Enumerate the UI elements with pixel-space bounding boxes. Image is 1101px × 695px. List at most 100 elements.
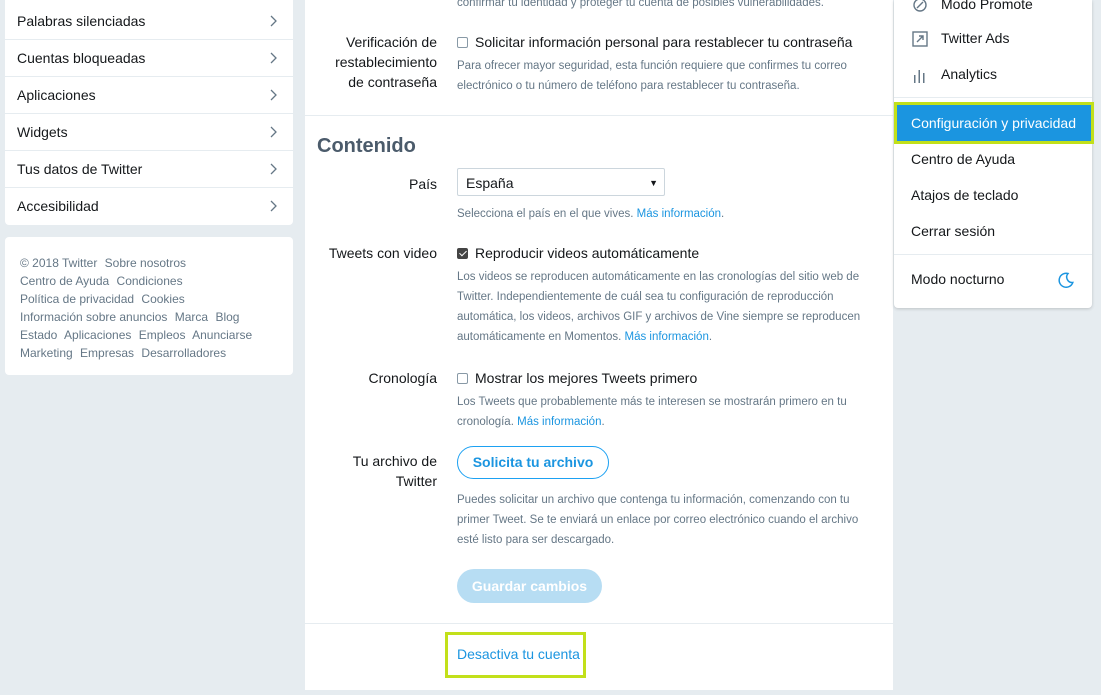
footer-link[interactable]: Política de privacidad: [20, 292, 134, 306]
country-label: País: [408, 176, 437, 192]
nav-item-apps[interactable]: Aplicaciones: [5, 78, 293, 114]
archive-label: Tu archivo de Twitter: [353, 451, 437, 491]
nav-item-label: Aplicaciones: [17, 87, 96, 103]
nav-item-widgets[interactable]: Widgets: [5, 115, 293, 151]
menu-item-settings-privacy[interactable]: Configuración y privacidad: [897, 105, 1091, 141]
request-archive-button[interactable]: Solicita tu archivo: [457, 446, 609, 479]
label-line: Tu archivo de: [352, 453, 437, 469]
password-reset-label: Verificación de restablecimiento de cont…: [335, 32, 437, 92]
nav-item-accessibility[interactable]: Accesibilidad: [5, 189, 293, 225]
menu-item-label: Atajos de teclado: [911, 187, 1019, 203]
timeline-checkbox-row[interactable]: Mostrar los mejores Tweets primero: [457, 368, 867, 388]
chevron-right-icon: [270, 52, 277, 64]
footer-link[interactable]: Marketing: [20, 346, 73, 360]
menu-item-label: Analytics: [941, 66, 998, 82]
footer-link[interactable]: Anunciarse: [192, 328, 252, 342]
video-checkbox-row[interactable]: Reproducir videos automáticamente: [457, 243, 867, 263]
label-line: Twitter: [395, 473, 437, 489]
nav-item-label: Widgets: [17, 124, 68, 140]
country-select[interactable]: España ▼: [457, 168, 665, 196]
nav-item-label: Cuentas bloqueadas: [17, 50, 146, 66]
timeline-help: Los Tweets que probablemente más te inte…: [457, 396, 847, 428]
video-help: Los videos se reproducen automáticamente…: [457, 271, 861, 343]
more-info-link[interactable]: Más información: [637, 208, 721, 220]
checkbox-label: Mostrar los mejores Tweets primero: [475, 370, 698, 386]
checkbox-label: Solicitar información personal para rest…: [475, 34, 853, 50]
nav-item-label: Accesibilidad: [17, 198, 99, 214]
more-info-link[interactable]: Más información: [624, 331, 708, 343]
analytics-bars-icon: [914, 70, 925, 83]
footer-links: © 2018 Twitter Sobre nosotros Centro de …: [20, 254, 280, 362]
help-text: Selecciona el país en el que vives.: [457, 208, 634, 220]
chevron-right-icon: [270, 15, 277, 27]
dropdown-arrow-icon: ▼: [649, 178, 658, 188]
menu-item-label: Cerrar sesión: [911, 223, 996, 239]
menu-item-promote-mode[interactable]: Modo Promote: [894, 0, 1092, 24]
settings-panel: confirmar tu identidad y proteger tu cue…: [305, 0, 893, 690]
password-reset-checkbox[interactable]: [457, 36, 468, 48]
password-reset-field: Solicitar información personal para rest…: [457, 32, 867, 96]
label-line: de contraseña: [348, 74, 437, 90]
nav-item-your-data[interactable]: Tus datos de Twitter: [5, 152, 293, 188]
moon-icon[interactable]: [1057, 271, 1075, 289]
nav-item-label: Palabras silenciadas: [17, 13, 146, 29]
footer-link[interactable]: Empresas: [80, 346, 134, 360]
password-reset-help: Para ofrecer mayor seguridad, esta funci…: [457, 60, 847, 92]
menu-item-analytics[interactable]: Analytics: [894, 58, 1092, 94]
timeline-field: Mostrar los mejores Tweets primero Los T…: [457, 368, 867, 432]
label-line: restablecimiento: [335, 54, 437, 70]
chevron-right-icon: [270, 163, 277, 175]
menu-item-keyboard-shortcuts[interactable]: Atajos de teclado: [894, 179, 1092, 215]
footer-link[interactable]: Centro de Ayuda: [20, 274, 109, 288]
menu-item-night-mode[interactable]: Modo nocturno: [894, 263, 1092, 299]
footer-link[interactable]: Sobre nosotros: [105, 256, 186, 270]
chevron-right-icon: [270, 89, 277, 101]
menu-item-logout[interactable]: Cerrar sesión: [894, 215, 1092, 251]
settings-nav: Palabras silenciadas Cuentas bloqueadas …: [5, 0, 293, 225]
nav-item-muted-words[interactable]: Palabras silenciadas: [5, 4, 293, 40]
divider: [894, 254, 1092, 255]
help-text: Los Tweets que probablemente más te inte…: [457, 396, 847, 428]
cut-off-help-text: confirmar tu identidad y proteger tu cue…: [457, 0, 824, 9]
footer-link[interactable]: Información sobre anuncios: [20, 310, 167, 324]
nav-item-blocked-accounts[interactable]: Cuentas bloqueadas: [5, 41, 293, 77]
ads-arrow-icon: [912, 31, 928, 47]
password-reset-checkbox-row[interactable]: Solicitar información personal para rest…: [457, 32, 867, 52]
menu-item-label: Configuración y privacidad: [911, 115, 1076, 131]
chevron-right-icon: [270, 200, 277, 212]
timeline-label: Cronología: [368, 370, 438, 386]
divider: [305, 623, 893, 624]
video-field: Reproducir videos automáticamente Los vi…: [457, 243, 867, 347]
menu-item-label: Centro de Ayuda: [911, 151, 1016, 167]
footer-link[interactable]: Condiciones: [117, 274, 183, 288]
menu-item-label: Modo Promote: [941, 0, 1033, 12]
nav-item-label: Tus datos de Twitter: [17, 161, 143, 177]
footer-link[interactable]: Cookies: [141, 292, 184, 306]
footer-link[interactable]: Blog: [215, 310, 239, 324]
copyright: © 2018 Twitter: [20, 256, 98, 270]
footer-link[interactable]: Aplicaciones: [64, 328, 131, 342]
country-select-value: España: [466, 175, 514, 191]
section-title: Contenido: [317, 135, 416, 157]
footer-link[interactable]: Empleos: [139, 328, 186, 342]
video-autoplay-checkbox[interactable]: [457, 247, 468, 259]
video-label: Tweets con video: [328, 245, 437, 261]
archive-help: Puedes solicitar un archivo que contenga…: [457, 494, 859, 546]
more-info-link[interactable]: Más información: [517, 416, 601, 428]
footer-link[interactable]: Estado: [20, 328, 57, 342]
divider: [305, 115, 893, 116]
chevron-right-icon: [270, 126, 277, 138]
deactivate-account-link[interactable]: Desactiva tu cuenta: [457, 646, 580, 662]
account-menu: Modo Promote Twitter Ads Analytics Centr…: [894, 0, 1092, 308]
footer-link[interactable]: Marca: [175, 310, 208, 324]
country-help: Selecciona el país en el que vives. Más …: [457, 208, 725, 220]
menu-item-twitter-ads[interactable]: Twitter Ads: [894, 22, 1092, 58]
menu-item-label: Twitter Ads: [941, 30, 1010, 46]
menu-item-label: Modo nocturno: [911, 271, 1005, 287]
menu-item-help-center[interactable]: Centro de Ayuda: [894, 143, 1092, 179]
checkbox-label: Reproducir videos automáticamente: [475, 245, 700, 261]
save-changes-button[interactable]: Guardar cambios: [457, 569, 602, 603]
footer-link[interactable]: Desarrolladores: [141, 346, 226, 360]
footer: © 2018 Twitter Sobre nosotros Centro de …: [5, 237, 293, 375]
best-tweets-checkbox[interactable]: [457, 372, 468, 384]
